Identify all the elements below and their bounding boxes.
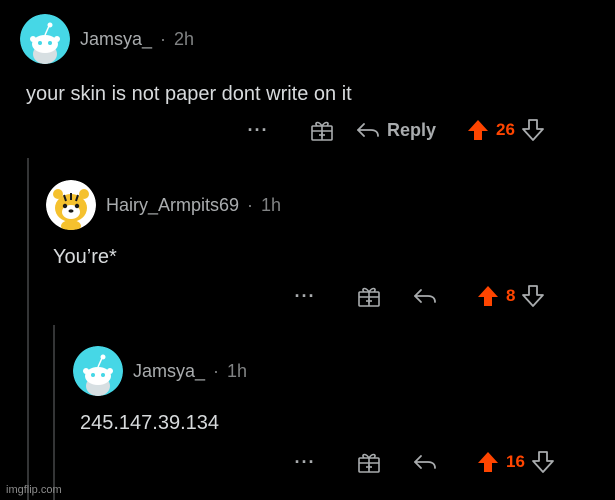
- snoo-teal-avatar[interactable]: [73, 346, 123, 396]
- reply-arrow-icon: [357, 123, 379, 137]
- reply-button[interactable]: Reply: [355, 120, 436, 141]
- comment-text: your skin is not paper dont write on it: [26, 83, 352, 105]
- upvote-arrow-icon: [468, 120, 489, 140]
- thread-line-level-2[interactable]: [53, 325, 55, 500]
- downvote-button[interactable]: [531, 450, 555, 474]
- reply-arrow-icon: [414, 289, 436, 303]
- upvote-arrow-icon: [478, 452, 498, 472]
- award-gift-icon: [311, 121, 333, 141]
- snoo-tiger-avatar[interactable]: [46, 180, 96, 230]
- award-button[interactable]: [356, 450, 382, 474]
- reply-button[interactable]: [412, 452, 438, 472]
- timestamp: 1h: [227, 360, 248, 381]
- comment-meta: Jamsya_ · 1h: [133, 361, 247, 382]
- downvote-button[interactable]: [521, 118, 545, 142]
- downvote-arrow-icon: [532, 451, 554, 473]
- meta-separator: ·: [213, 360, 220, 381]
- more-options-button[interactable]: ···: [243, 120, 273, 141]
- comment-meta: Hairy_Armpits69 · 1h: [106, 195, 281, 216]
- award-button[interactable]: [309, 118, 335, 142]
- reply-label: Reply: [387, 119, 437, 140]
- comment-meta: Jamsya_ · 2h: [80, 29, 194, 50]
- username[interactable]: Jamsya_: [80, 29, 152, 50]
- upvote-arrow-icon: [478, 286, 498, 306]
- award-gift-icon: [358, 453, 380, 473]
- comment-text: 245.147.39.134: [80, 412, 220, 434]
- comment-text: You’re*: [53, 246, 117, 268]
- comment-actions: ··· 8: [290, 281, 545, 311]
- meta-separator: ·: [247, 194, 254, 215]
- reply-button[interactable]: [412, 286, 438, 306]
- reply-arrow-icon: [414, 455, 436, 469]
- username[interactable]: Hairy_Armpits69: [106, 195, 239, 216]
- award-gift-icon: [358, 287, 380, 307]
- username[interactable]: Jamsya_: [133, 361, 205, 382]
- timestamp: 2h: [174, 28, 195, 49]
- comment-header: Hairy_Armpits69 · 1h: [46, 180, 281, 230]
- more-options-button[interactable]: ···: [290, 452, 320, 473]
- upvote-button[interactable]: [476, 284, 500, 308]
- imgflip-watermark: imgflip.com: [6, 484, 62, 496]
- comment-header: Jamsya_ · 1h: [73, 346, 247, 396]
- downvote-arrow-icon: [522, 119, 544, 141]
- snoo-teal-avatar[interactable]: [20, 14, 70, 64]
- comment-actions: ··· 16: [290, 447, 555, 477]
- timestamp: 1h: [261, 194, 282, 215]
- thread-line-level-1[interactable]: [27, 158, 29, 500]
- downvote-arrow-icon: [522, 285, 545, 307]
- upvote-button[interactable]: [476, 450, 500, 474]
- comment-actions: ··· Reply 26: [243, 115, 545, 145]
- vote-count: 26: [496, 120, 515, 139]
- upvote-button[interactable]: [466, 118, 490, 142]
- vote-count: 16: [506, 452, 525, 471]
- award-button[interactable]: [356, 284, 382, 308]
- more-options-button[interactable]: ···: [290, 286, 320, 307]
- vote-count: 8: [506, 286, 516, 305]
- downvote-button[interactable]: [521, 284, 545, 308]
- comment-header: Jamsya_ · 2h: [20, 14, 194, 64]
- meta-separator: ·: [160, 28, 167, 49]
